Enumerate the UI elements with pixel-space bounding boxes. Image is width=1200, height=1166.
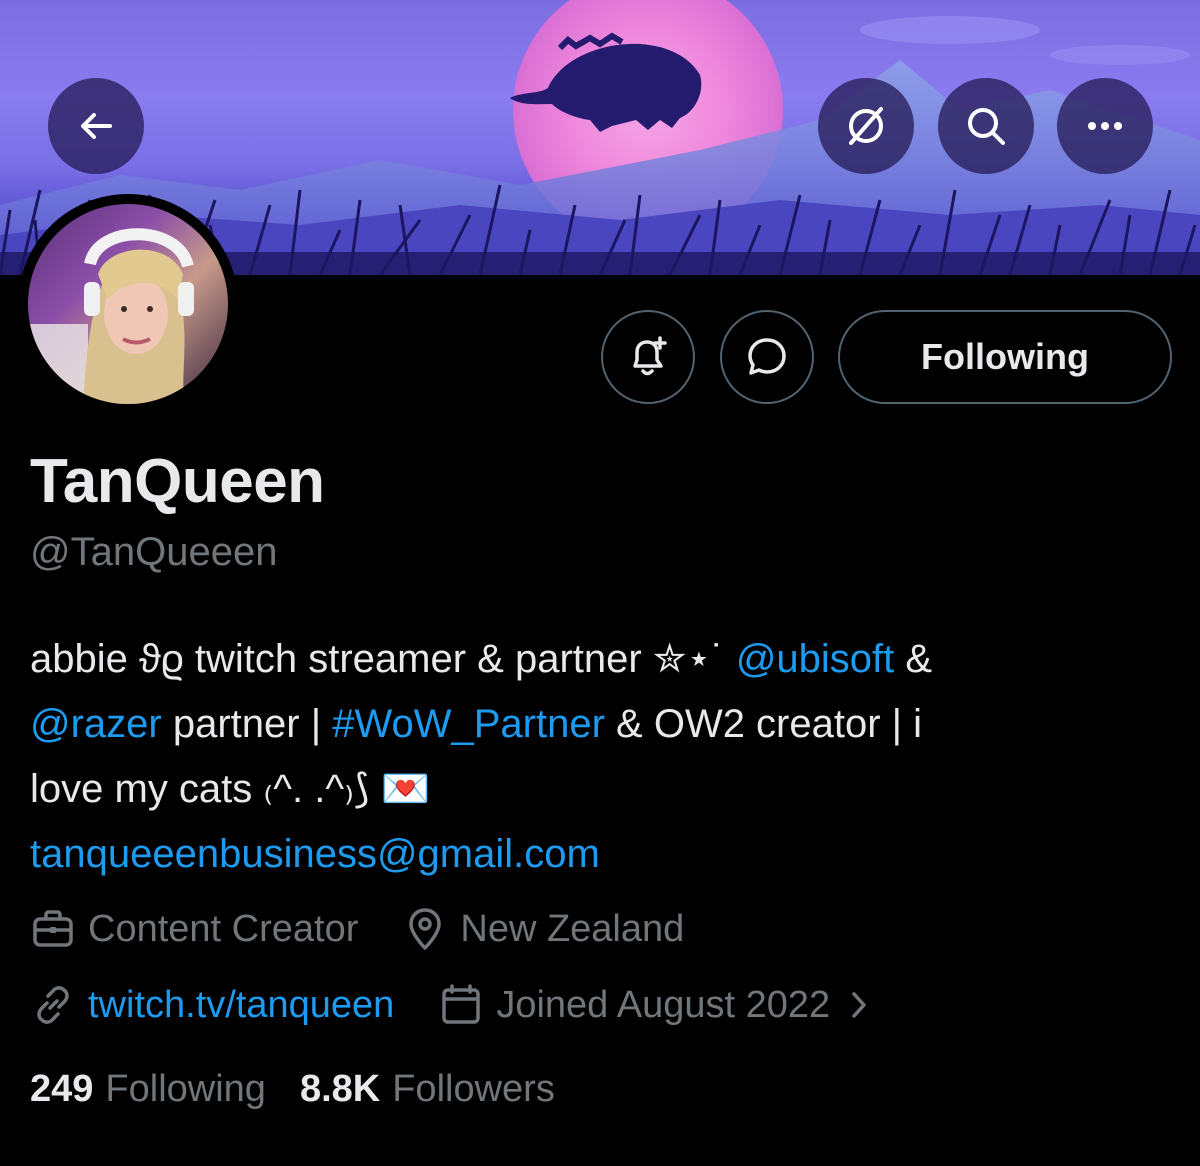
grok-icon <box>849 107 883 145</box>
profile-website[interactable]: twitch.tv/tanqueen <box>30 982 394 1028</box>
category-label: Content Creator <box>88 907 359 950</box>
message-icon <box>748 338 786 375</box>
profile-meta-row-2: twitch.tv/tanqueen Joined August 2022 <box>30 982 918 1028</box>
bio-text: partner | <box>161 702 333 746</box>
following-stat[interactable]: 249 Following <box>30 1068 266 1111</box>
location-label: New Zealand <box>460 907 685 950</box>
bio-line-3: love my cats ₍^. .^₎⟆ 💌 <box>30 767 431 811</box>
bio-line-2: @razer partner | #WoW_Partner & OW2 crea… <box>30 692 1180 757</box>
following-button[interactable]: Following <box>838 310 1172 404</box>
followers-count: 8.8K <box>299 1068 381 1110</box>
profile-stats: 249 Following 8.8K Followers <box>30 1068 589 1111</box>
profile-name: TanQueen <box>30 447 325 516</box>
profile-joined[interactable]: Joined August 2022 <box>438 982 874 1028</box>
bio-email-link[interactable]: tanqueeenbusiness@gmail.com <box>30 822 1180 887</box>
profile-location: New Zealand <box>402 906 684 952</box>
more-button[interactable] <box>1057 78 1153 174</box>
bio-text: & OW2 creator | i <box>604 702 923 746</box>
back-arrow-icon <box>81 113 112 139</box>
chevron-right-icon <box>852 992 866 1018</box>
location-pin-icon <box>409 908 442 950</box>
notification-bell-plus-icon <box>633 336 667 376</box>
message-button[interactable] <box>720 310 814 404</box>
link-icon <box>37 986 69 1024</box>
mention-ubisoft[interactable]: @ubisoft <box>736 637 894 681</box>
bio-line-1: abbie ϑϱ twitch streamer & partner ✮⋆˙ @… <box>30 627 1180 692</box>
profile-handle: @TanQueeen <box>30 530 278 574</box>
bio-text: abbie ϑϱ twitch streamer & partner ✮⋆˙ <box>30 637 736 681</box>
avatar-image <box>28 204 228 404</box>
hashtag-wow-partner[interactable]: #WoW_Partner <box>332 702 605 746</box>
avatar[interactable] <box>18 194 238 414</box>
followers-label: Followers <box>392 1068 555 1110</box>
joined-date: Joined August 2022 <box>496 983 831 1026</box>
bio-text: & <box>894 637 933 681</box>
back-button[interactable] <box>48 78 144 174</box>
following-count: 249 <box>30 1068 94 1110</box>
more-icon <box>1088 122 1122 130</box>
notifications-button[interactable] <box>601 310 695 404</box>
website-link[interactable]: twitch.tv/tanqueen <box>88 984 394 1027</box>
followers-stat[interactable]: 8.8K Followers <box>300 1068 555 1111</box>
calendar-icon <box>442 984 481 1024</box>
profile-bio: abbie ϑϱ twitch streamer & partner ✮⋆˙ @… <box>30 627 1180 887</box>
mention-razer[interactable]: @razer <box>30 702 162 746</box>
profile-category: Content Creator <box>30 906 358 952</box>
following-label: Following <box>105 1068 266 1110</box>
briefcase-icon <box>33 910 73 947</box>
search-icon <box>968 108 1005 145</box>
grok-button[interactable] <box>818 78 914 174</box>
search-button[interactable] <box>938 78 1034 174</box>
profile-meta-row-1: Content Creator New Zealand <box>30 906 728 952</box>
